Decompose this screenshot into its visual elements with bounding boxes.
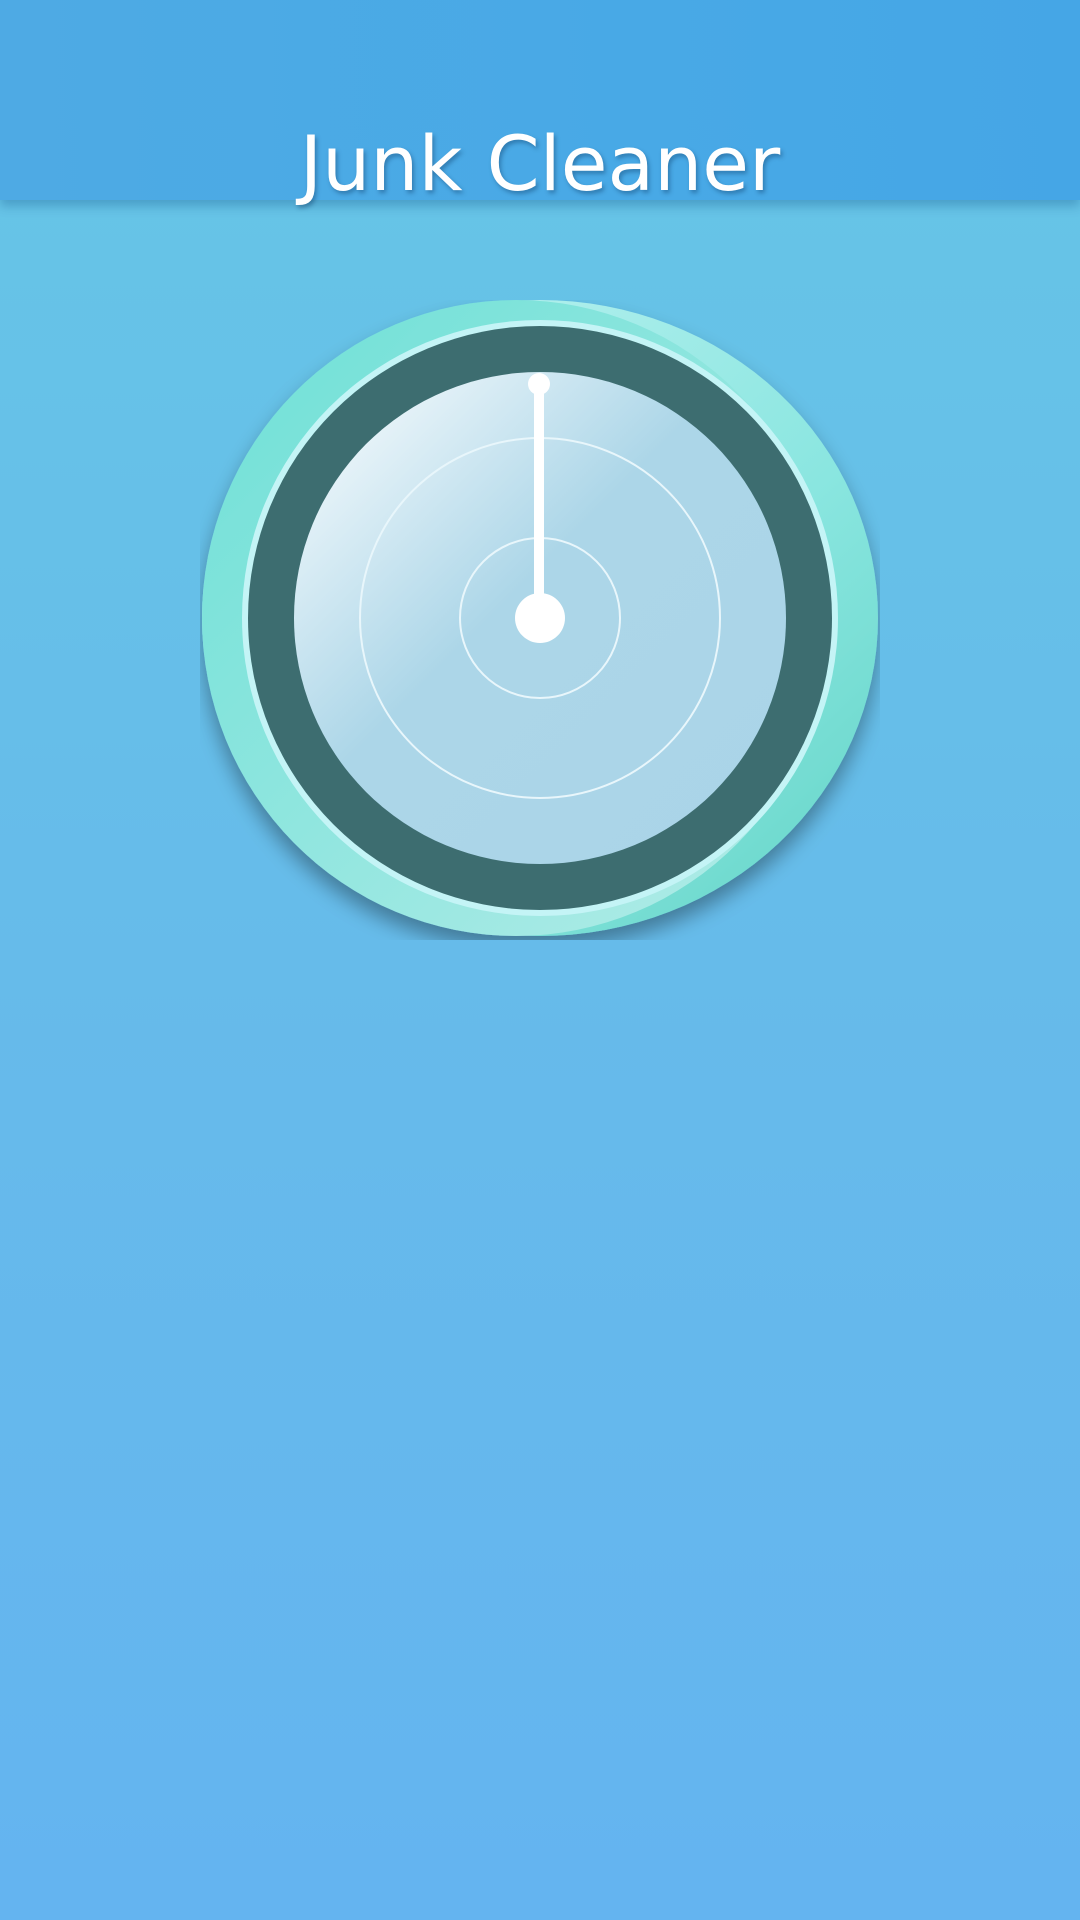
gauge-needle-hub bbox=[515, 593, 565, 643]
app-title: Junk Cleaner bbox=[299, 118, 781, 208]
gauge-graphic bbox=[202, 300, 878, 936]
junk-scan-gauge bbox=[200, 300, 880, 940]
app-bar: Junk Cleaner bbox=[0, 0, 1080, 208]
